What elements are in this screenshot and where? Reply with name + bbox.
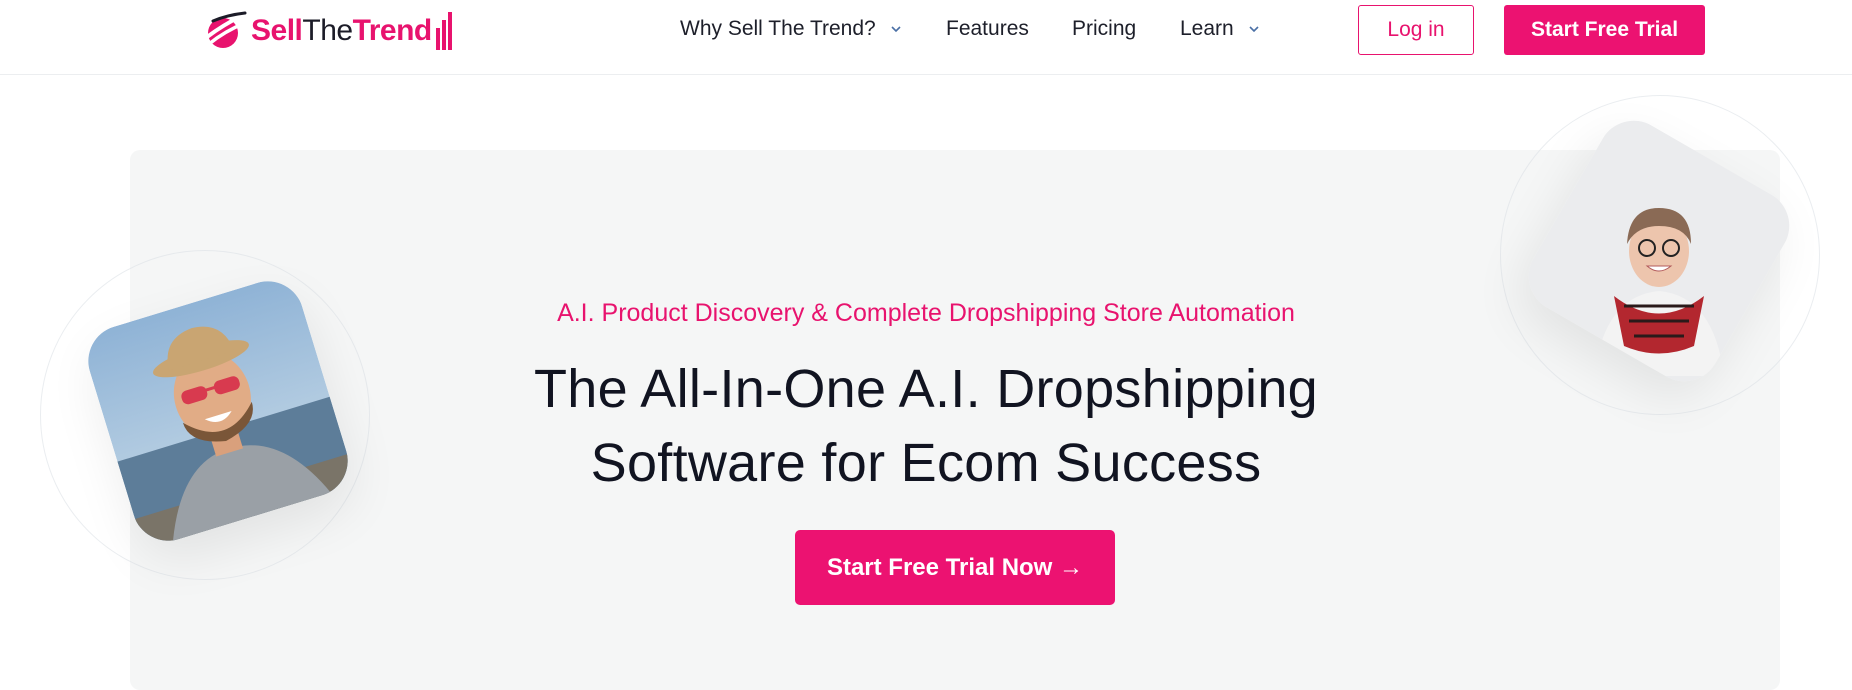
chevron-down-icon — [1249, 26, 1259, 33]
logo-sell: Sell — [251, 14, 303, 47]
start-free-trial-now-button[interactable]: Start Free Trial Now → — [795, 530, 1115, 605]
nav-pricing[interactable]: Pricing — [1072, 17, 1136, 41]
chevron-down-icon — [891, 26, 901, 33]
nav-features[interactable]: Features — [946, 17, 1029, 41]
logo-the: The — [302, 14, 353, 47]
hero-subtitle: A.I. Product Discovery & Complete Dropsh… — [557, 299, 1295, 327]
site-header: SellTheTrend Why Sell The Trend? Feature… — [0, 0, 1852, 75]
hero-title-line-1: The All-In-One A.I. Dropshipping — [533, 359, 1318, 419]
nav-label: Learn — [1180, 17, 1234, 40]
nav-why-sell-the-trend[interactable]: Why Sell The Trend? — [680, 17, 902, 41]
sellthetrend-logo[interactable]: SellTheTrend — [203, 10, 452, 52]
login-button[interactable]: Log in — [1358, 5, 1474, 55]
nav-learn[interactable]: Learn — [1180, 17, 1260, 41]
nav-label: Features — [946, 17, 1029, 40]
logo-wordmark: SellTheTrend — [251, 16, 432, 46]
logo-trend: Trend — [352, 14, 433, 47]
nav-label: Pricing — [1072, 17, 1137, 40]
swoosh-logo-icon — [205, 11, 247, 48]
nav-label: Why Sell The Trend? — [680, 17, 876, 40]
start-free-trial-button[interactable]: Start Free Trial — [1504, 5, 1705, 55]
hero-title-line-2: Software for Ecom Success — [590, 433, 1262, 493]
hero-title: The All-In-One A.I. Dropshipping Softwar… — [0, 352, 1852, 500]
logo-bars-icon — [434, 12, 452, 50]
